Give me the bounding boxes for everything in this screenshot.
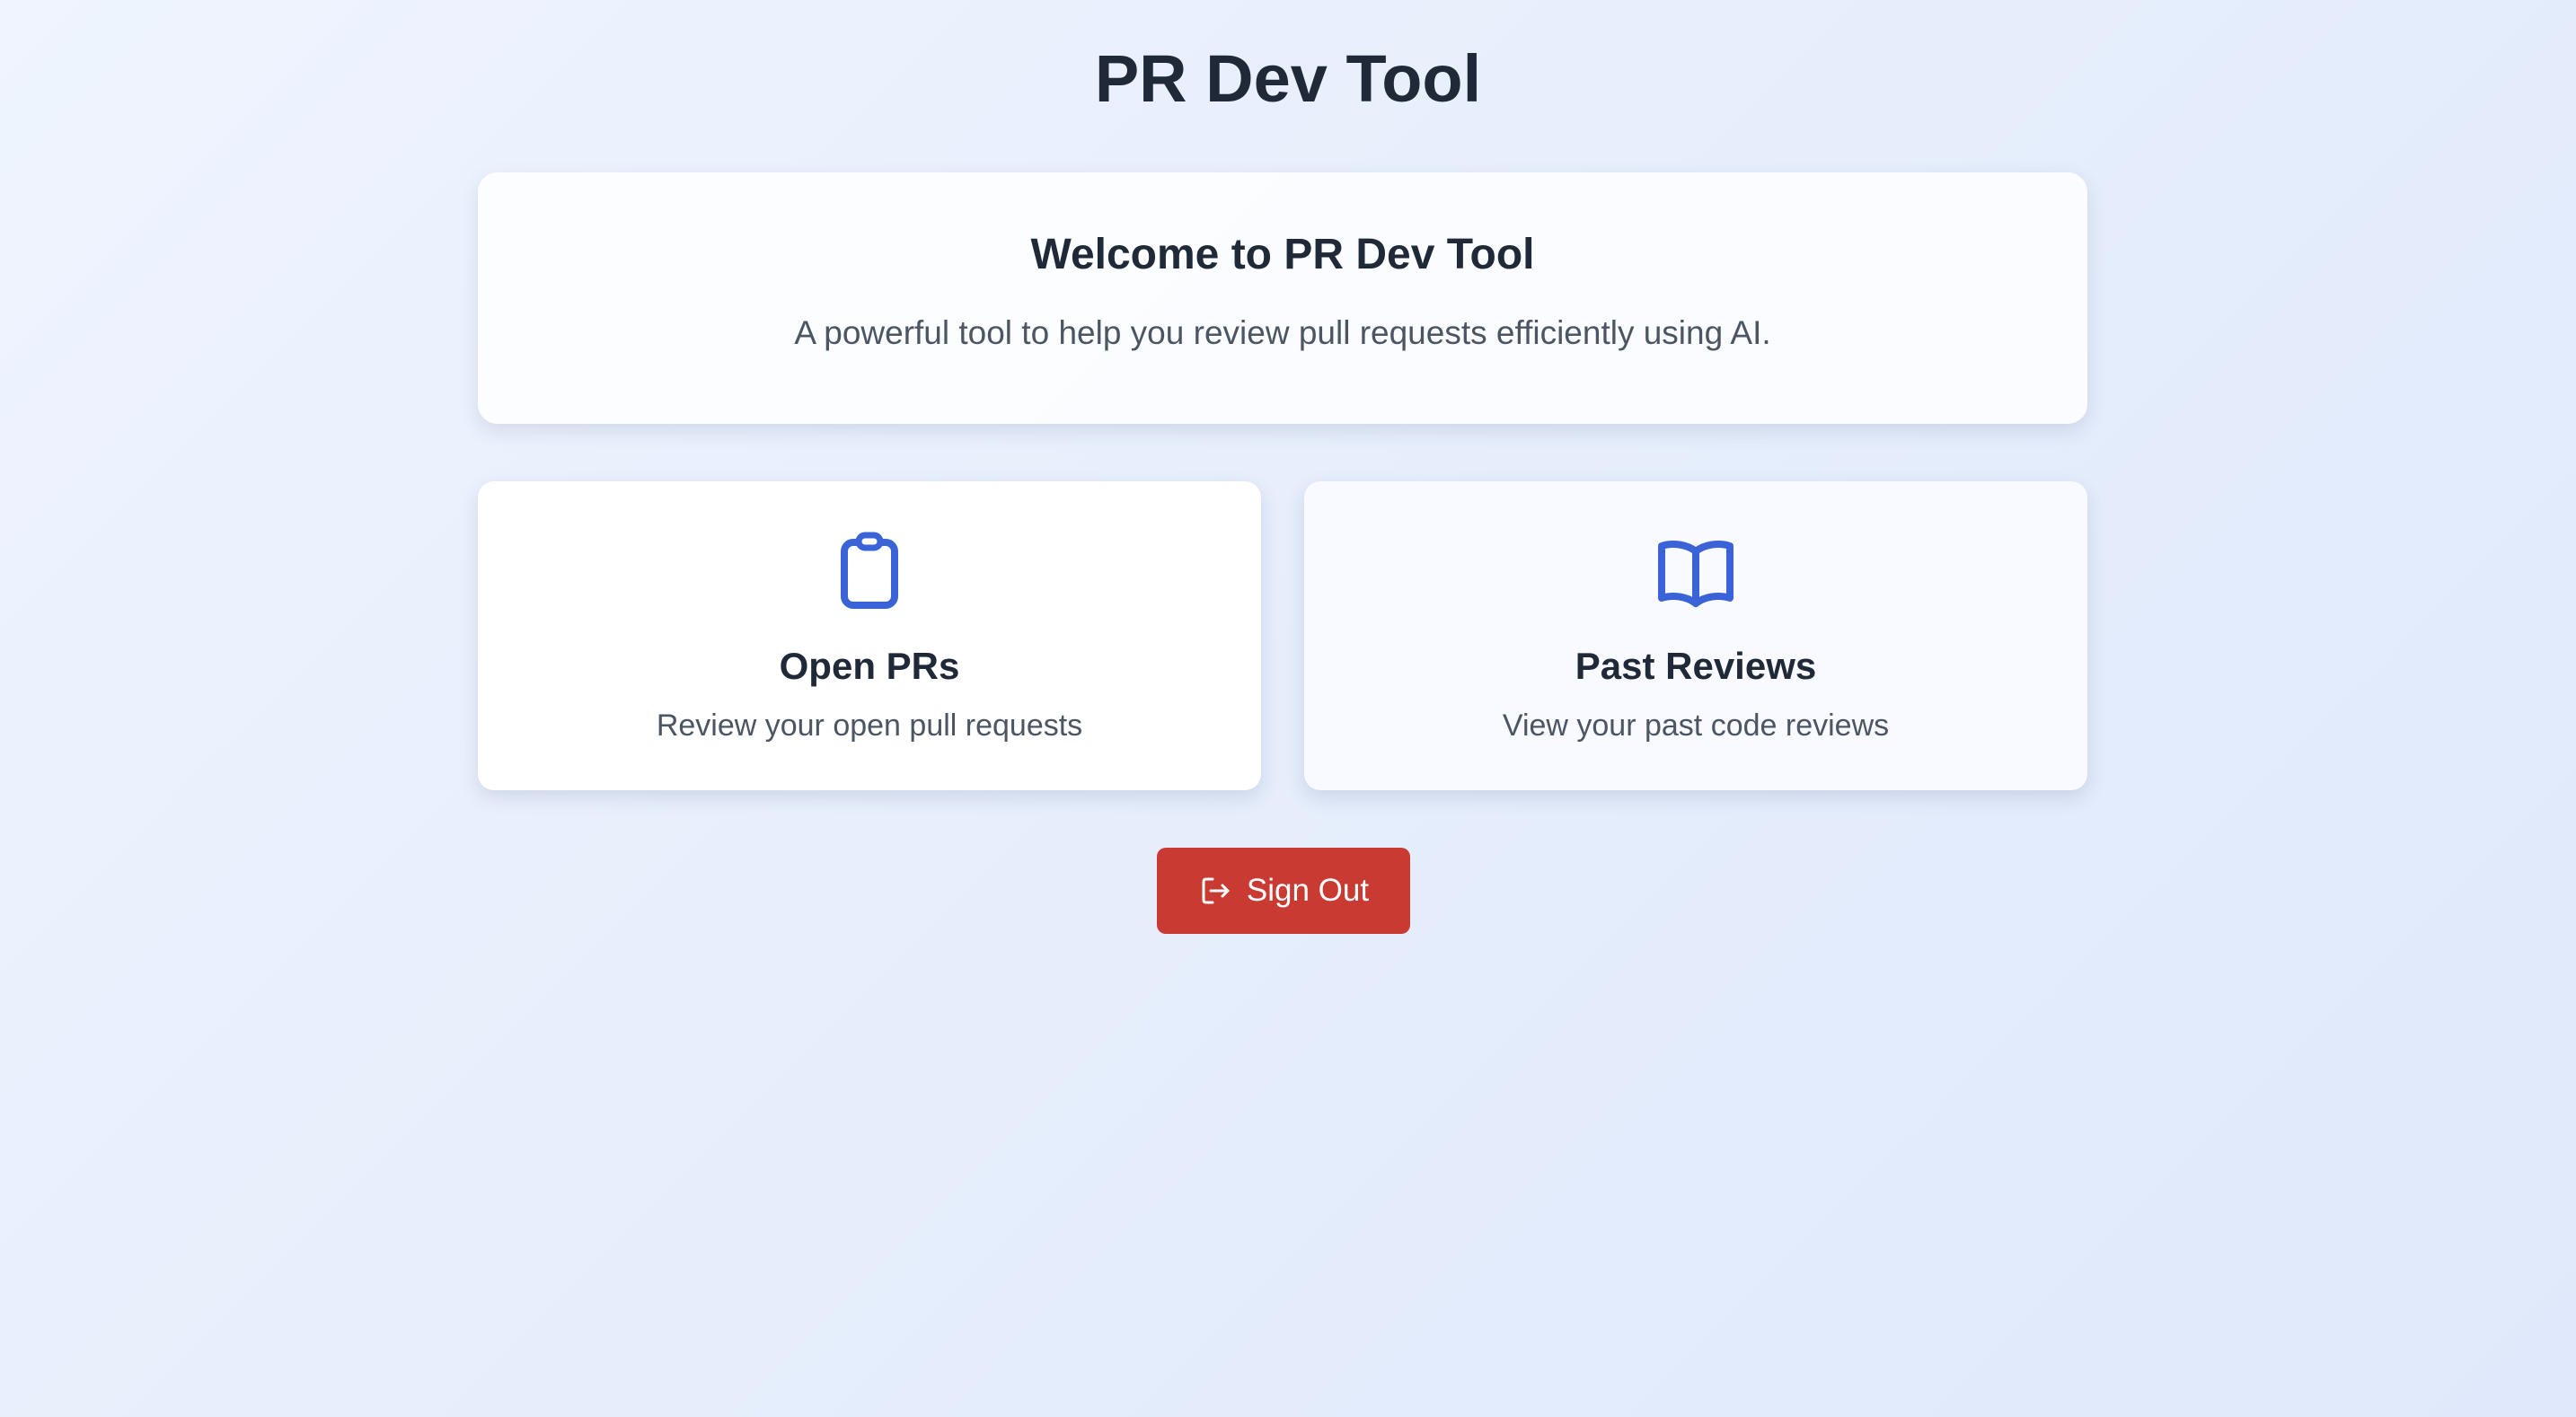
welcome-title: Welcome to PR Dev Tool	[1030, 231, 1535, 278]
past-reviews-card[interactable]: Past Reviews View your past code reviews	[1304, 481, 2087, 790]
app-title: PR Dev Tool	[1094, 41, 1482, 116]
logout-icon	[1202, 877, 1230, 904]
clipboard-icon	[841, 532, 898, 609]
sign-out-button[interactable]: Sign Out	[1157, 848, 1410, 934]
card-title: Open PRs	[779, 645, 960, 687]
welcome-card: Welcome to PR Dev Tool A powerful tool t…	[478, 172, 2087, 424]
sign-out-label: Sign Out	[1246, 873, 1370, 908]
card-title: Past Reviews	[1575, 645, 1817, 687]
card-description: View your past code reviews	[1502, 708, 1890, 743]
dashboard-page: PR Dev Tool Welcome to PR Dev Tool A pow…	[0, 0, 2576, 1417]
card-description: Review your open pull requests	[656, 708, 1083, 743]
welcome-description: A powerful tool to help you review pull …	[794, 314, 1771, 351]
book-open-icon	[1658, 541, 1734, 607]
open-prs-card[interactable]: Open PRs Review your open pull requests	[478, 481, 1261, 790]
